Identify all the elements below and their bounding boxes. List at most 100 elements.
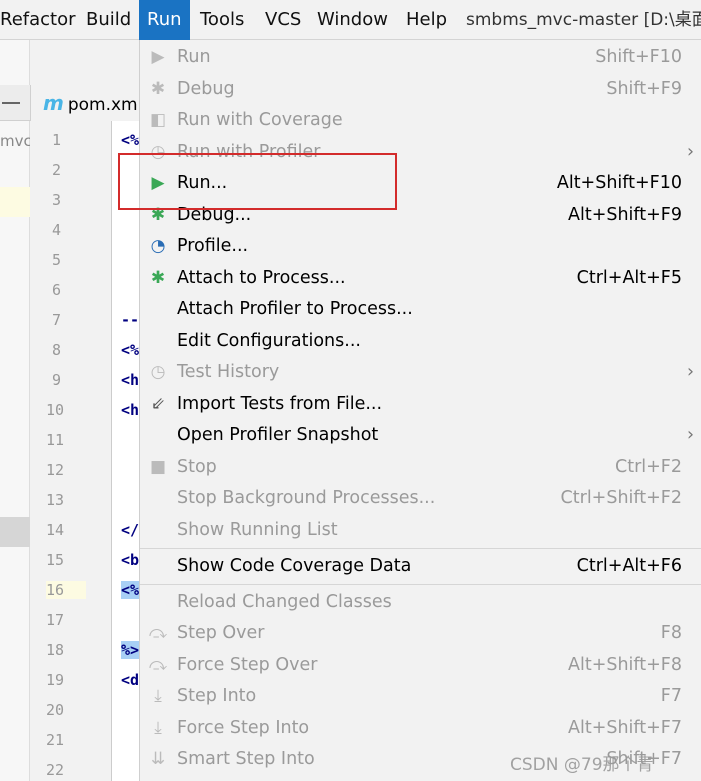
line-number: 18 xyxy=(46,641,65,659)
menu-refactor[interactable]: Refactor xyxy=(0,0,84,40)
selected-row-2 xyxy=(0,517,30,547)
menu-item-test-history[interactable]: ◷ Test History › xyxy=(140,357,701,388)
selected-row xyxy=(0,187,30,217)
line-number: 8 xyxy=(52,341,62,359)
line-number: 2 xyxy=(52,161,62,179)
window-title: smbms_mvc-master [D:\桌面 xyxy=(466,10,701,30)
submenu-arrow-icon: › xyxy=(687,141,694,162)
menu-item-attach-to-process[interactable]: ✱ Attach to Process... Ctrl+Alt+F5 xyxy=(140,263,701,294)
menu-item-label: Step Into xyxy=(177,686,257,706)
step-over-icon: ⤼ xyxy=(148,654,168,675)
tab-label: pom.xm xyxy=(67,95,138,115)
menu-item-label: Show Running List xyxy=(177,519,338,540)
line-number: 14 xyxy=(46,521,65,539)
menu-item-step-over[interactable]: ⤼ Step Over F8 xyxy=(140,618,701,649)
menu-item-show-code-coverage-data[interactable]: Show Code Coverage Data Ctrl+Alt+F6 xyxy=(140,551,701,582)
menu-item-edit-configurations[interactable]: Edit Configurations... xyxy=(140,326,701,357)
shortcut: F8 xyxy=(660,623,682,643)
menu-item-open-profiler-snapshot[interactable]: Open Profiler Snapshot › xyxy=(140,420,701,451)
play-icon: ▶ xyxy=(151,47,165,67)
line-number: 11 xyxy=(46,431,65,449)
menu-item-stop[interactable]: ■ Stop Ctrl+F2 xyxy=(140,452,701,483)
menu-item-label: Test History xyxy=(177,362,280,382)
code-line: <d xyxy=(121,671,139,689)
step-into-icon: ⤓ xyxy=(154,686,162,706)
line-number: 1 xyxy=(52,131,62,149)
menu-item-label: Import Tests from File... xyxy=(177,393,383,414)
menu-item-label: Open Profiler Snapshot xyxy=(177,425,379,445)
line-number: 19 xyxy=(46,671,65,689)
menu-item-reload-changed-classes[interactable]: Reload Changed Classes xyxy=(140,587,701,618)
line-number: 4 xyxy=(52,221,62,239)
code-line: -- xyxy=(121,311,139,329)
tab-pom-xml[interactable]: m pom.xm xyxy=(30,85,139,121)
line-number: 10 xyxy=(46,401,65,419)
menu-item-force-step-over[interactable]: ⤼ Force Step Over Alt+Shift+F8 xyxy=(140,650,701,681)
shortcut: Ctrl+F2 xyxy=(614,456,682,477)
shortcut: Ctrl+Alt+F6 xyxy=(576,555,682,576)
code-line: <b xyxy=(121,551,139,569)
line-number: 9 xyxy=(52,371,62,389)
menu-item-run-with-coverage[interactable]: ◧ Run with Coverage xyxy=(140,105,701,136)
menu-item-run[interactable]: ▶ Run Shift+F10 xyxy=(140,42,701,73)
menu-item-label: Smart Step Into xyxy=(177,749,315,769)
code-line: <% xyxy=(121,131,139,149)
menu-item-debug[interactable]: ✱ Debug Shift+F9 xyxy=(140,74,701,105)
menu-item-label: Debug xyxy=(177,78,235,99)
menu-item-label: Step Over xyxy=(177,623,265,643)
menu-item-step-into[interactable]: ⤓ Step Into F7 xyxy=(140,681,701,712)
import-icon: ⇙ xyxy=(150,393,166,414)
menu-item-profile[interactable]: ◔ Profile... xyxy=(140,231,701,262)
code-area[interactable]: <% -- <% <h <h </ <b <% %> <d xyxy=(112,121,139,781)
stop-icon: ■ xyxy=(149,456,167,477)
step-into-icon: ⤓ xyxy=(154,717,162,738)
shortcut: Alt+Shift+F8 xyxy=(568,654,682,675)
line-number: 3 xyxy=(52,191,62,209)
line-number: 12 xyxy=(46,461,65,479)
menu-tools[interactable]: Tools xyxy=(192,0,252,40)
line-number: 7 xyxy=(52,311,62,329)
menu-item-label: Run xyxy=(177,47,211,67)
menu-item-label: Run with Coverage xyxy=(177,110,343,130)
coverage-icon: ◧ xyxy=(149,110,167,130)
menu-window[interactable]: Window xyxy=(309,0,396,40)
code-line: %> xyxy=(121,641,139,659)
menu-item-label: Show Code Coverage Data xyxy=(177,555,412,576)
line-number: 20 xyxy=(46,701,65,719)
shortcut: Shift+F10 xyxy=(595,47,682,67)
menu-item-label: Attach to Process... xyxy=(177,267,346,288)
line-number: 5 xyxy=(52,251,62,269)
submenu-arrow-icon: › xyxy=(687,425,694,445)
menu-item-show-running-list[interactable]: Show Running List xyxy=(140,515,701,546)
menu-item-stop-background-processes[interactable]: Stop Background Processes... Ctrl+Shift+F… xyxy=(140,483,701,514)
code-line: <h xyxy=(121,371,139,389)
menu-item-label: Reload Changed Classes xyxy=(177,591,392,612)
line-number: 6 xyxy=(52,281,62,299)
shortcut: Shift+F9 xyxy=(606,78,682,99)
clock-icon: ◷ xyxy=(150,362,166,382)
line-number: 21 xyxy=(46,731,65,749)
maven-icon: m xyxy=(43,91,64,115)
line-number: 16 xyxy=(46,581,86,599)
shortcut: Alt+Shift+F9 xyxy=(568,204,682,225)
menu-run[interactable]: Run xyxy=(139,0,190,40)
menu-vcs[interactable]: VCS xyxy=(257,0,309,40)
line-number: 13 xyxy=(46,491,65,509)
menu-item-force-step-into[interactable]: ⤓ Force Step Into Alt+Shift+F7 xyxy=(140,713,701,744)
menu-separator xyxy=(140,548,701,549)
bug-icon: ✱ xyxy=(150,78,166,99)
menu-build[interactable]: Build xyxy=(78,0,139,40)
menu-item-attach-profiler-to-process[interactable]: Attach Profiler to Process... xyxy=(140,294,701,325)
watermark: CSDN @79那个青 xyxy=(510,755,654,775)
menu-item-import-tests-from-file[interactable]: ⇙ Import Tests from File... xyxy=(140,389,701,420)
menu-item-label: Force Step Into xyxy=(177,717,310,738)
line-number: 22 xyxy=(46,761,65,779)
step-over-icon: ⤼ xyxy=(148,623,168,643)
minimize-icon[interactable] xyxy=(2,102,20,104)
project-panel: mvc- xyxy=(0,40,30,781)
menu-item-label: Attach Profiler to Process... xyxy=(177,299,413,319)
line-gutter: 1 2 3 4 5 6 7 8 9 10 11 12 13 14 15 16 17 18 19 20 21 22 xyxy=(30,121,112,781)
menu-item-label: Stop xyxy=(177,456,217,477)
menu-item-label: Stop Background Processes... xyxy=(177,488,436,508)
menu-help[interactable]: Help xyxy=(398,0,455,40)
